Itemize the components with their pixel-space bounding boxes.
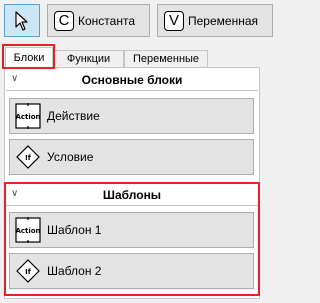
action-block-icon: Action [15, 217, 41, 243]
tab-variables[interactable]: Переменные [124, 50, 208, 67]
action-icon-text: Action [15, 113, 40, 121]
condition-block-icon: If [15, 144, 41, 170]
block-item-template-2[interactable]: If Шаблон 2 [9, 253, 254, 289]
section-title: Шаблоны [102, 188, 162, 202]
chevron-down-icon[interactable]: ∨ [11, 73, 18, 84]
block-item-label: Шаблон 2 [47, 264, 102, 278]
block-item-condition[interactable]: If Условие [9, 139, 254, 175]
block-item-label: Условие [47, 150, 94, 164]
block-item-label: Действие [47, 109, 100, 123]
section-title: Основные блоки [81, 73, 183, 87]
section-header-basic-blocks[interactable]: ∨ Основные блоки [6, 70, 258, 91]
chevron-down-icon[interactable]: ∨ [11, 188, 18, 199]
if-icon-text: If [25, 154, 32, 162]
action-icon-text: Action [15, 227, 40, 235]
block-item-label: Шаблон 1 [47, 223, 102, 237]
constant-button[interactable]: C Константа [47, 4, 150, 37]
pointer-tool-button[interactable] [4, 4, 40, 37]
condition-block-icon: If [15, 258, 41, 284]
variable-icon: V [164, 10, 184, 31]
block-item-template-1[interactable]: Action Шаблон 1 [9, 212, 254, 248]
constant-button-label: Константа [78, 13, 135, 28]
cursor-icon [15, 10, 28, 31]
tab-bar: Блоки Функции Переменные [0, 47, 264, 68]
block-item-action[interactable]: Action Действие [9, 98, 254, 134]
tab-blocks[interactable]: Блоки [5, 47, 53, 68]
if-icon-text: If [25, 268, 32, 276]
section-header-templates[interactable]: ∨ Шаблоны [6, 185, 258, 206]
action-block-icon: Action [15, 103, 41, 129]
tab-functions[interactable]: Функции [53, 50, 124, 67]
variable-button-label: Переменная [188, 13, 258, 28]
constant-icon: C [54, 10, 74, 31]
variable-button[interactable]: V Переменная [157, 4, 273, 37]
